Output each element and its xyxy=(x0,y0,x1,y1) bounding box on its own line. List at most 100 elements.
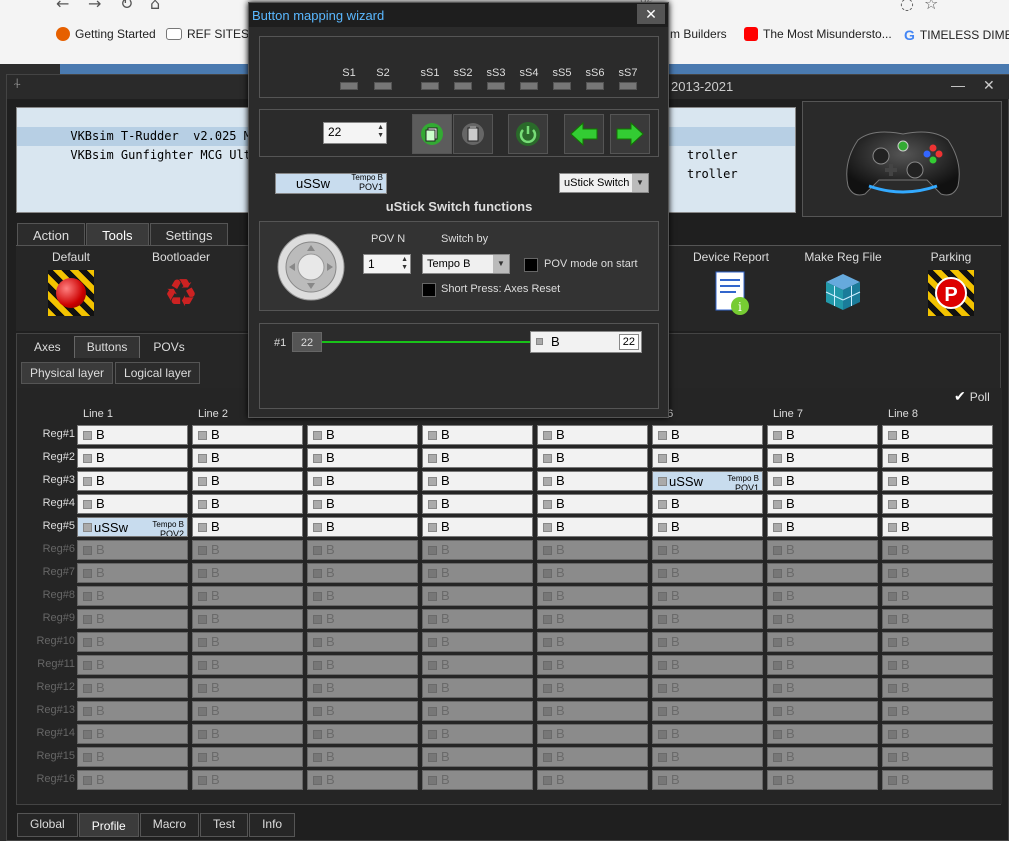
button-cell[interactable]: B xyxy=(537,448,648,468)
button-cell[interactable]: B xyxy=(652,747,763,767)
button-cell[interactable]: B xyxy=(307,494,418,514)
button-cell[interactable]: B xyxy=(767,632,878,652)
poll-checkbox[interactable]: ✔ Poll xyxy=(954,388,990,405)
button-cell[interactable]: B xyxy=(652,517,763,537)
button-cell[interactable]: B xyxy=(767,425,878,445)
button-cell[interactable]: B xyxy=(307,448,418,468)
button-cell[interactable]: B xyxy=(77,770,188,790)
button-cell[interactable]: B xyxy=(652,425,763,445)
button-cell[interactable]: B xyxy=(192,701,303,721)
button-cell[interactable]: B xyxy=(192,563,303,583)
button-cell[interactable]: B xyxy=(192,517,303,537)
reload-icon[interactable]: ↻ xyxy=(120,0,133,13)
button-cell[interactable]: B xyxy=(652,770,763,790)
button-cell[interactable]: B xyxy=(422,586,533,606)
button-cell[interactable]: B xyxy=(422,678,533,698)
button-cell[interactable]: B xyxy=(882,471,993,491)
button-cell[interactable]: B xyxy=(652,609,763,629)
button-cell[interactable]: B xyxy=(77,609,188,629)
button-cell[interactable]: B xyxy=(307,701,418,721)
button-cell[interactable]: B xyxy=(422,747,533,767)
button-cell[interactable]: B xyxy=(77,425,188,445)
button-cell[interactable]: B xyxy=(767,494,878,514)
button-cell[interactable]: B xyxy=(652,724,763,744)
button-cell[interactable]: B xyxy=(192,655,303,675)
forward-icon[interactable]: → xyxy=(88,0,101,13)
button-cell[interactable]: B xyxy=(307,770,418,790)
button-cell[interactable]: B xyxy=(77,563,188,583)
button-cell[interactable]: B xyxy=(537,471,648,491)
button-cell[interactable]: B xyxy=(767,678,878,698)
button-cell[interactable]: B xyxy=(192,609,303,629)
button-cell[interactable]: B xyxy=(537,586,648,606)
button-cell[interactable]: B xyxy=(192,494,303,514)
button-cell[interactable]: B xyxy=(192,678,303,698)
button-cell[interactable]: B xyxy=(307,563,418,583)
bookmark-youtube[interactable]: The Most Misundersto... xyxy=(744,27,892,41)
hat-switch-icon[interactable] xyxy=(276,232,346,302)
button-cell[interactable]: B xyxy=(192,632,303,652)
short-press-checkbox[interactable] xyxy=(422,283,436,297)
button-cell[interactable]: B xyxy=(422,425,533,445)
button-cell[interactable]: B xyxy=(882,540,993,560)
button-cell[interactable]: B xyxy=(652,655,763,675)
button-cell[interactable]: B xyxy=(77,471,188,491)
button-cell[interactable]: B xyxy=(422,448,533,468)
button-cell[interactable]: B xyxy=(422,609,533,629)
tab-test[interactable]: Test xyxy=(200,813,249,837)
bookmark-timeless[interactable]: G TIMELESS DIMEN xyxy=(904,27,1009,43)
button-cell[interactable]: B xyxy=(422,494,533,514)
button-cell[interactable]: B xyxy=(192,770,303,790)
button-cell[interactable]: B xyxy=(537,701,648,721)
button-cell[interactable]: B xyxy=(767,655,878,675)
button-cell[interactable]: B xyxy=(882,678,993,698)
button-cell[interactable]: B xyxy=(422,724,533,744)
tab-profile[interactable]: Profile xyxy=(78,813,139,837)
button-cell[interactable]: B xyxy=(307,540,418,560)
button-cell[interactable]: B xyxy=(77,724,188,744)
button-cell[interactable]: B xyxy=(422,632,533,652)
button-cell[interactable]: B xyxy=(307,471,418,491)
button-cell[interactable]: B xyxy=(882,724,993,744)
switch-by-dropdown[interactable]: Tempo B ▼ xyxy=(422,254,510,274)
button-cell[interactable]: B xyxy=(767,609,878,629)
close-button[interactable]: ✕ xyxy=(983,77,995,94)
button-cell[interactable]: B xyxy=(882,655,993,675)
pocket-icon[interactable]: ◌ xyxy=(900,0,914,13)
button-cell[interactable]: B xyxy=(652,540,763,560)
button-cell[interactable]: B xyxy=(882,586,993,606)
previous-button[interactable] xyxy=(564,114,604,154)
button-cell[interactable]: B xyxy=(767,471,878,491)
button-cell[interactable]: B xyxy=(537,678,648,698)
button-cell[interactable]: B xyxy=(77,540,188,560)
button-cell[interactable]: B xyxy=(307,517,418,537)
button-cell[interactable]: B xyxy=(192,471,303,491)
tab-tools[interactable]: Tools xyxy=(86,223,149,247)
logical-button-cell[interactable]: B 22 xyxy=(530,331,642,353)
button-cell[interactable]: B xyxy=(652,678,763,698)
button-cell[interactable]: B xyxy=(192,448,303,468)
device-report-tool[interactable]: Device Report i xyxy=(686,250,776,316)
button-cell[interactable]: B xyxy=(77,678,188,698)
function-type-dropdown[interactable]: uStick Switch ▼ xyxy=(559,173,649,193)
button-cell[interactable]: B xyxy=(537,632,648,652)
button-cell[interactable]: B xyxy=(767,724,878,744)
button-cell[interactable]: B xyxy=(652,448,763,468)
button-cell[interactable]: B xyxy=(537,770,648,790)
button-cell[interactable]: B xyxy=(537,494,648,514)
spinner-arrows-icon[interactable]: ▲ ▼ xyxy=(377,124,384,140)
button-cell[interactable]: B xyxy=(537,563,648,583)
button-cell[interactable]: B xyxy=(422,655,533,675)
button-cell[interactable]: B xyxy=(77,701,188,721)
button-cell[interactable]: B xyxy=(537,655,648,675)
tab-macro[interactable]: Macro xyxy=(139,813,200,837)
button-cell[interactable]: B xyxy=(652,586,763,606)
button-cell[interactable]: B xyxy=(307,586,418,606)
tab-axes[interactable]: Axes xyxy=(21,336,74,358)
button-cell[interactable]: B xyxy=(767,586,878,606)
button-cell[interactable]: B xyxy=(192,724,303,744)
button-cell[interactable]: uSSw Tempo B POV1 xyxy=(652,471,763,491)
button-cell[interactable]: B xyxy=(422,770,533,790)
button-cell[interactable]: B xyxy=(882,747,993,767)
parking-tool[interactable]: Parking P xyxy=(906,250,996,316)
